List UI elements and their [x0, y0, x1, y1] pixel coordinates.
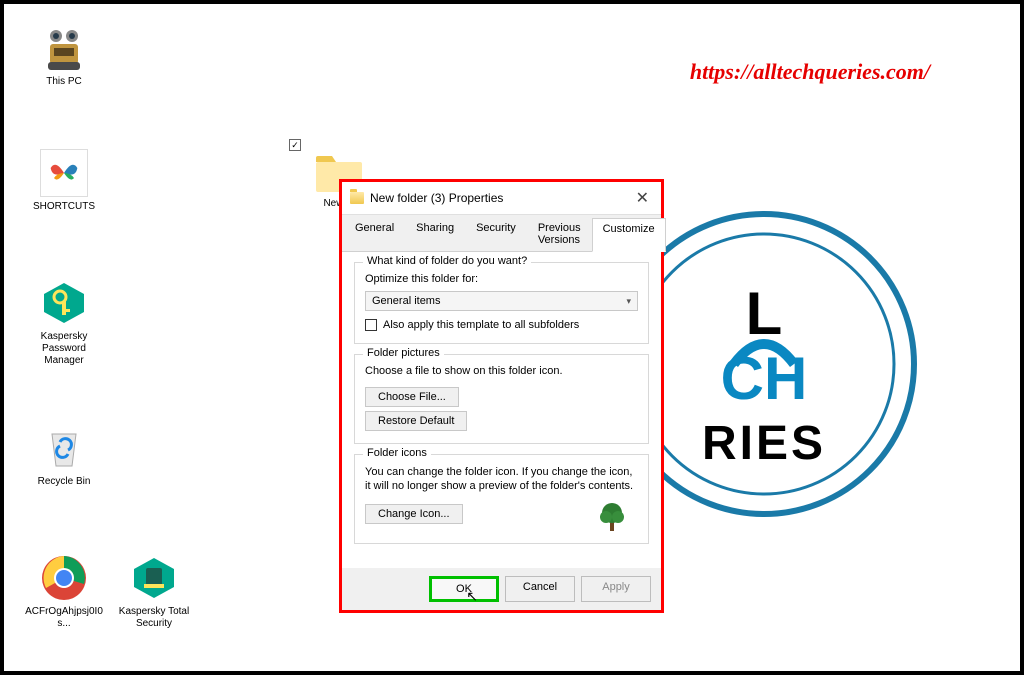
- restore-default-button[interactable]: Restore Default: [365, 411, 467, 431]
- desktop-icon-label: Recycle Bin: [24, 476, 104, 488]
- svg-text:L: L: [746, 280, 783, 347]
- desktop-icon-label: ACFrOgAhjpsj0I0s...: [24, 606, 104, 630]
- properties-dialog: New folder (3) Properties ✕ General Shar…: [339, 179, 664, 613]
- folder-icon: [350, 192, 364, 204]
- desktop-icon-this-pc[interactable]: This PC: [24, 24, 104, 88]
- chevron-down-icon: ▾: [626, 296, 631, 307]
- checkbox-icon[interactable]: [365, 319, 377, 331]
- svg-text:RIES: RIES: [702, 417, 826, 470]
- dialog-title: New folder (3) Properties: [370, 191, 632, 205]
- desktop-icon-kaspersky-pm[interactable]: Kaspersky Password Manager: [24, 279, 104, 367]
- apply-button: Apply: [581, 576, 651, 602]
- dialog-tabs: General Sharing Security Previous Versio…: [342, 215, 661, 252]
- choose-file-text: Choose a file to show on this folder ico…: [365, 365, 638, 377]
- tab-previous[interactable]: Previous Versions: [527, 217, 592, 251]
- ok-button[interactable]: OK ↖: [429, 576, 499, 602]
- checkbox-label: Also apply this template to all subfolde…: [383, 319, 579, 331]
- chrome-icon: [40, 554, 88, 602]
- choose-file-button[interactable]: Choose File...: [365, 387, 459, 407]
- group-legend: Folder icons: [363, 447, 431, 459]
- tab-sharing[interactable]: Sharing: [405, 217, 465, 251]
- desktop-icon-label: Kaspersky Total Security: [114, 606, 194, 630]
- walle-icon: [40, 24, 88, 72]
- cursor-icon: ↖: [466, 588, 478, 605]
- tab-general[interactable]: General: [344, 217, 405, 251]
- tree-icon: [596, 501, 628, 533]
- butterfly-icon: [40, 149, 88, 197]
- close-icon[interactable]: ✕: [632, 188, 653, 208]
- desktop-icon-chrome-file[interactable]: ACFrOgAhjpsj0I0s...: [24, 554, 104, 630]
- folder-select-checkbox[interactable]: ✓: [289, 139, 301, 151]
- desktop-icon-label: This PC: [24, 76, 104, 88]
- folder-icons-desc: You can change the folder icon. If you c…: [365, 465, 638, 494]
- desktop-icon-label: Kaspersky Password Manager: [24, 331, 104, 367]
- tab-security[interactable]: Security: [465, 217, 527, 251]
- group-folder-kind: What kind of folder do you want? Optimiz…: [354, 262, 649, 344]
- optimize-label: Optimize this folder for:: [365, 273, 638, 285]
- dialog-titlebar[interactable]: New folder (3) Properties ✕: [342, 182, 661, 215]
- cancel-button[interactable]: Cancel: [505, 576, 575, 602]
- kaspersky-shield-icon: [130, 554, 178, 602]
- desktop-icon-kaspersky-ts[interactable]: Kaspersky Total Security: [114, 554, 194, 630]
- also-apply-checkbox-row[interactable]: Also apply this template to all subfolde…: [365, 319, 638, 331]
- dialog-footer: OK ↖ Cancel Apply: [342, 568, 661, 610]
- group-folder-pictures: Folder pictures Choose a file to show on…: [354, 354, 649, 444]
- group-folder-icons: Folder icons You can change the folder i…: [354, 454, 649, 544]
- desktop-icon-shortcuts[interactable]: SHORTCUTS: [24, 149, 104, 213]
- recycle-bin-icon: [40, 424, 88, 472]
- kaspersky-key-icon: [40, 279, 88, 327]
- dialog-body: What kind of folder do you want? Optimiz…: [342, 252, 661, 568]
- dropdown-value: General items: [372, 295, 440, 307]
- tab-customize[interactable]: Customize: [592, 218, 666, 252]
- optimize-dropdown[interactable]: General items ▾: [365, 291, 638, 311]
- svg-text:CH: CH: [721, 345, 808, 412]
- desktop-icon-recycle-bin[interactable]: Recycle Bin: [24, 424, 104, 488]
- change-icon-button[interactable]: Change Icon...: [365, 504, 463, 524]
- desktop-icon-label: SHORTCUTS: [24, 201, 104, 213]
- watermark-url: https://alltechqueries.com/: [690, 59, 930, 85]
- group-legend: What kind of folder do you want?: [363, 255, 531, 267]
- group-legend: Folder pictures: [363, 347, 444, 359]
